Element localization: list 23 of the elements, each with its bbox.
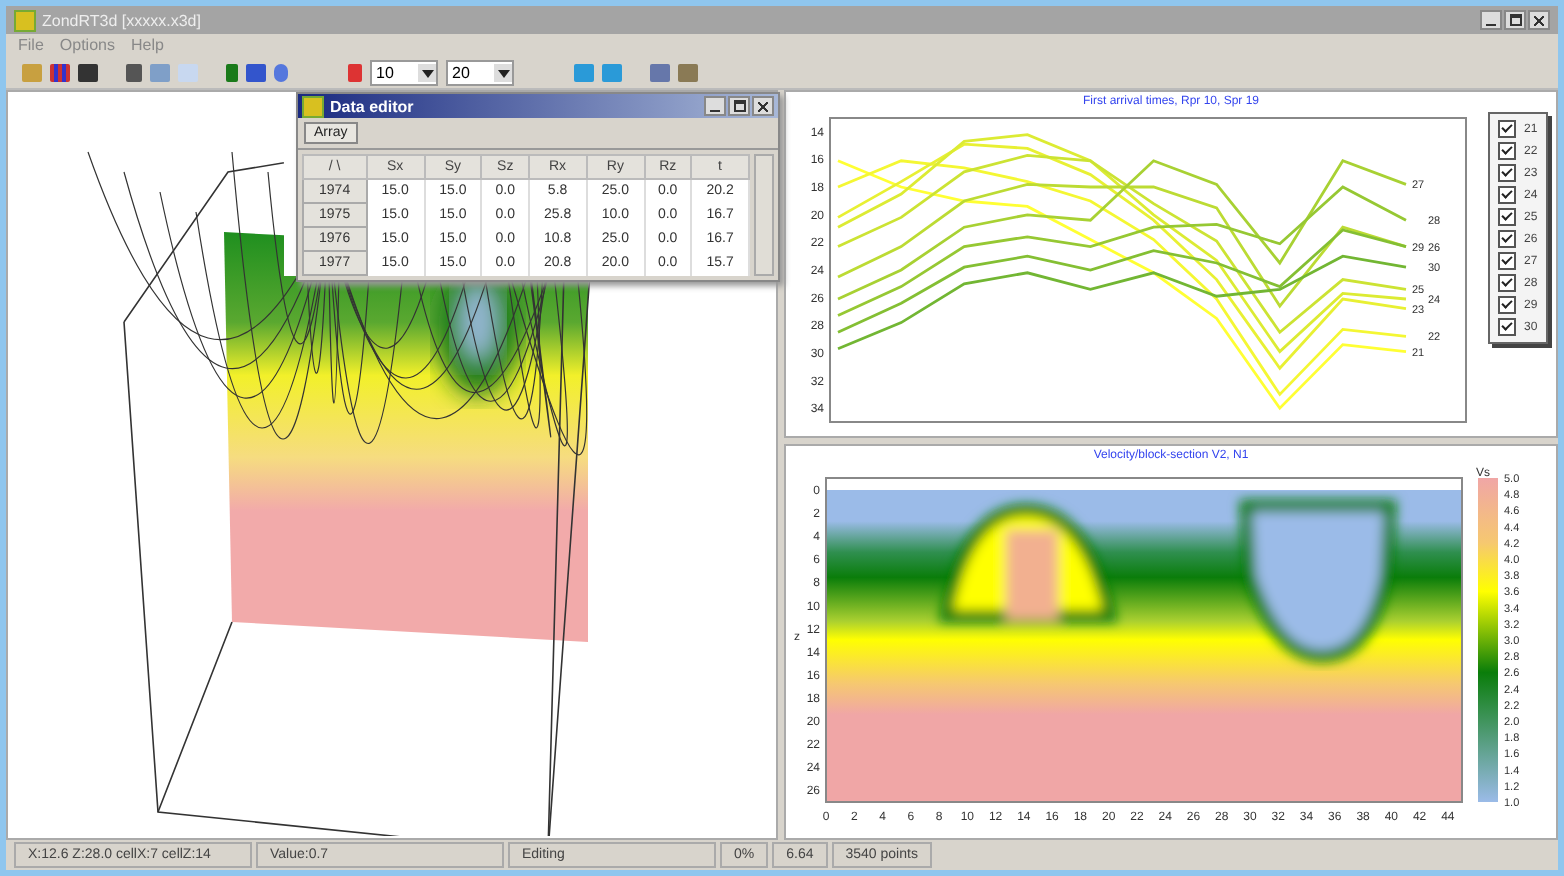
checkbox[interactable] [1498, 274, 1516, 292]
number-dropdown[interactable]: 10 [370, 59, 438, 85]
checkbox[interactable] [1498, 296, 1516, 314]
minimize-button[interactable] [704, 96, 726, 116]
checkbox[interactable] [1498, 318, 1516, 336]
scrollbar[interactable] [754, 154, 774, 276]
window-title: ZondRT3d [xxxxx.x3d] [42, 11, 203, 29]
window-title: Data editor [330, 97, 416, 115]
maximize-button[interactable] [1504, 10, 1526, 30]
close-button[interactable] [1528, 10, 1550, 30]
app-logo-icon [302, 95, 324, 117]
checkbox[interactable] [1498, 252, 1516, 270]
minimize-button[interactable] [1480, 10, 1502, 30]
checkbox[interactable] [1498, 164, 1516, 182]
checkbox[interactable] [1498, 120, 1516, 138]
checkbox[interactable] [1498, 230, 1516, 248]
checkbox[interactable] [1498, 208, 1516, 226]
close-button[interactable] [752, 96, 774, 116]
number-dropdown[interactable]: 20 [446, 59, 514, 85]
checkbox[interactable] [1498, 186, 1516, 204]
maximize-button[interactable] [728, 96, 750, 116]
checkbox[interactable] [1498, 142, 1516, 160]
app-logo-icon [14, 9, 36, 31]
